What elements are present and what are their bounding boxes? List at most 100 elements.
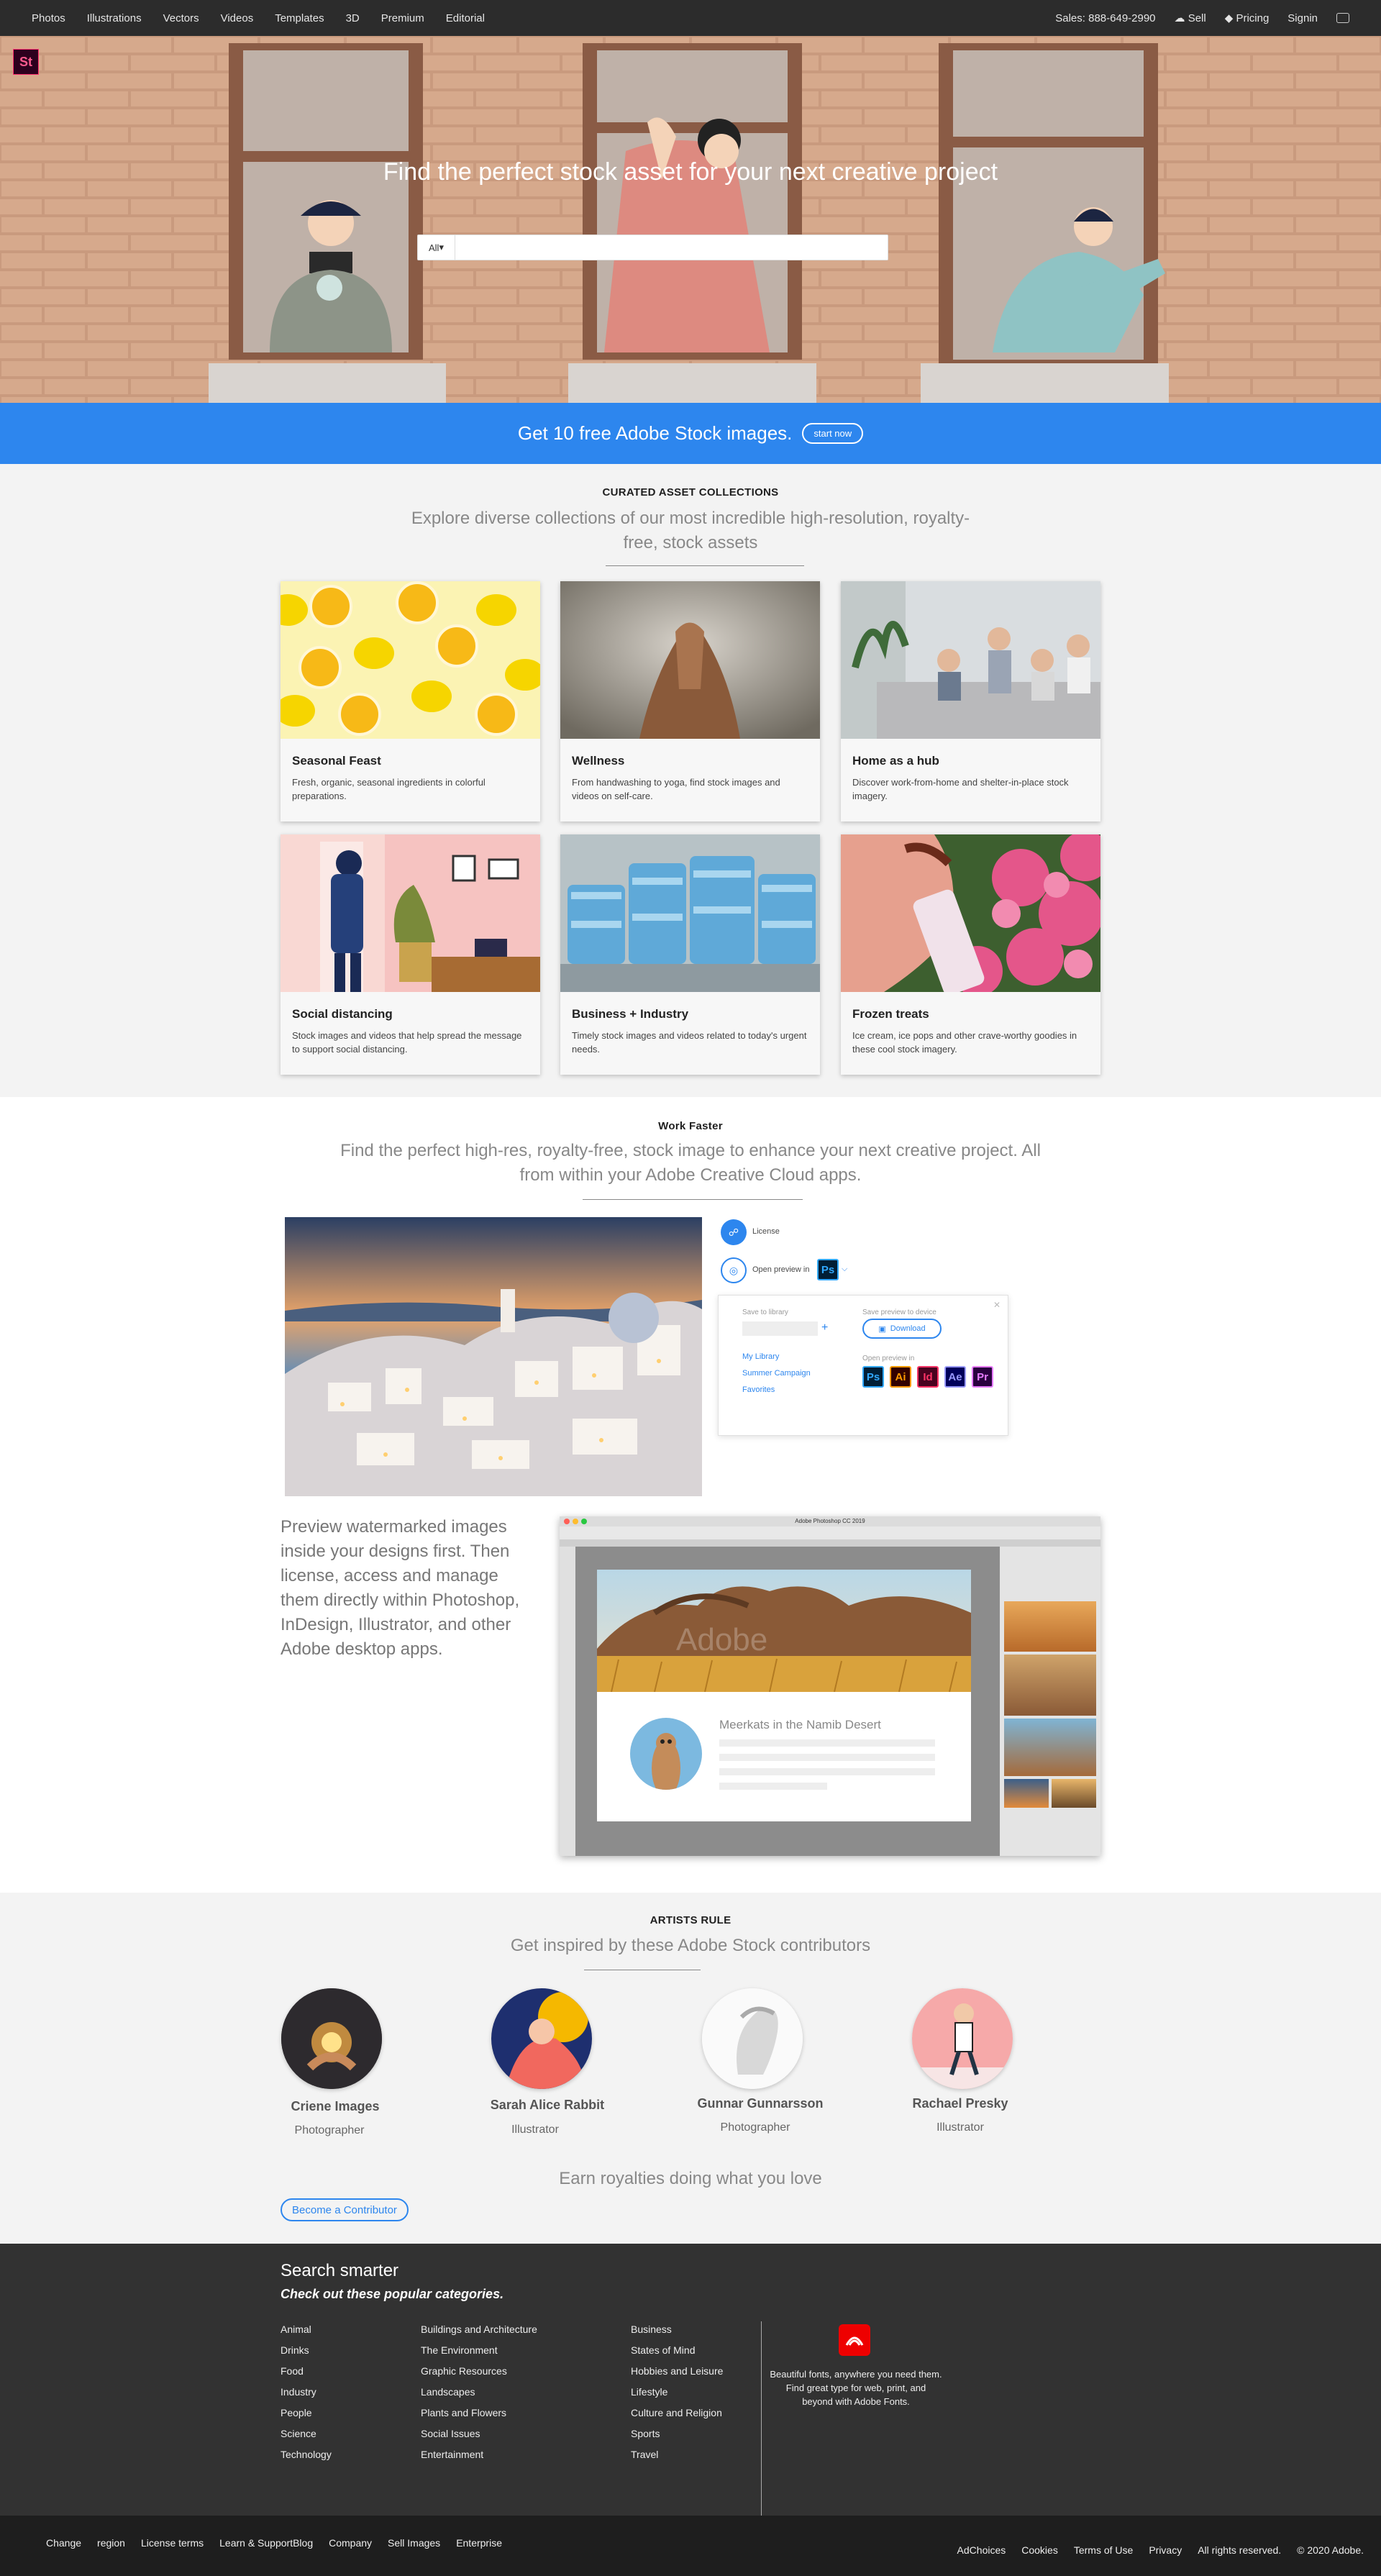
category-link[interactable]: Industry <box>281 2386 332 2398</box>
category-link[interactable]: Social Issues <box>421 2428 537 2439</box>
collection-card-social-distancing[interactable]: Social distancing Stock images and video… <box>281 834 540 1075</box>
adobe-stock-logo[interactable]: St <box>13 49 39 75</box>
collection-card-frozen[interactable]: Frozen treats Ice cream, ice pops and ot… <box>841 834 1100 1075</box>
nav-editorial[interactable]: Editorial <box>446 12 485 24</box>
category-link[interactable]: Drinks <box>281 2344 332 2356</box>
ps-document: Adobe Meerkats in the Namib Desert <box>597 1570 971 1821</box>
collection-card-wellness[interactable]: Wellness From handwashing to yoga, find … <box>560 581 820 822</box>
close-icon[interactable]: ✕ <box>993 1300 1001 1310</box>
adobe-fonts-icon[interactable] <box>839 2324 870 2356</box>
illustrator-icon[interactable]: Ai <box>890 1366 911 1388</box>
category-link[interactable]: States of Mind <box>631 2344 723 2356</box>
legal-link[interactable]: Change <box>46 2537 81 2549</box>
legal-link[interactable]: Enterprise <box>456 2537 502 2549</box>
add-library-icon[interactable]: + <box>821 1321 828 1334</box>
library-thumbnail[interactable] <box>1004 1719 1096 1776</box>
nav-premium[interactable]: Premium <box>381 12 424 24</box>
library-item[interactable]: Favorites <box>742 1382 811 1398</box>
category-link[interactable]: Entertainment <box>421 2449 537 2460</box>
chevron-down-icon[interactable]: ⌵ <box>842 1265 847 1274</box>
start-now-button[interactable]: start now <box>802 423 864 444</box>
library-thumbnail[interactable] <box>1052 1779 1096 1808</box>
nav-illustrations[interactable]: Illustrations <box>87 12 142 24</box>
legal-link[interactable]: Privacy <box>1149 2544 1182 2556</box>
signin-link[interactable]: Signin <box>1287 12 1318 24</box>
legal-link[interactable]: AdChoices <box>957 2544 1006 2556</box>
category-link[interactable]: Food <box>281 2365 332 2377</box>
category-link[interactable]: Technology <box>281 2449 332 2460</box>
photoshop-app-icon[interactable]: Ps <box>817 1259 839 1280</box>
nav-3d[interactable]: 3D <box>346 12 360 24</box>
legal-link[interactable]: Learn & SupportBlog <box>219 2537 313 2549</box>
artist-name[interactable]: Sarah Alice Rabbit <box>439 2098 655 2113</box>
library-thumbnail[interactable] <box>1004 1779 1049 1808</box>
category-link[interactable]: Hobbies and Leisure <box>631 2365 723 2377</box>
close-window-icon[interactable] <box>564 1519 570 1524</box>
category-link[interactable]: Animal <box>281 2324 332 2335</box>
sell-link[interactable]: ☁ Sell <box>1175 12 1206 24</box>
library-select[interactable] <box>742 1321 818 1336</box>
card-title: Home as a hub <box>852 754 939 768</box>
card-image-hands <box>560 581 820 739</box>
category-link[interactable]: Culture and Religion <box>631 2407 723 2418</box>
become-contributor-button[interactable]: Become a Contributor <box>281 2198 409 2221</box>
legal-link[interactable]: Sell Images <box>388 2537 440 2549</box>
collection-card-seasonal[interactable]: Seasonal Feast Fresh, organic, seasonal … <box>281 581 540 822</box>
collection-card-business[interactable]: Business + Industry Timely stock images … <box>560 834 820 1075</box>
photoshop-icon[interactable]: Ps <box>862 1366 884 1388</box>
curated-lead: Explore diverse collections of our most … <box>411 509 970 552</box>
after-effects-icon[interactable]: Ae <box>944 1366 966 1388</box>
nav-vectors[interactable]: Vectors <box>163 12 199 24</box>
library-thumbnail[interactable] <box>1004 1655 1096 1716</box>
artist-name[interactable]: Gunnar Gunnarsson <box>652 2096 868 2111</box>
legal-link[interactable]: Company <box>329 2537 372 2549</box>
cart-icon[interactable]: ☍ <box>721 1219 747 1245</box>
search-filter-label: All <box>429 242 439 253</box>
minimize-window-icon[interactable] <box>573 1519 578 1524</box>
premiere-icon[interactable]: Pr <box>972 1366 993 1388</box>
category-link[interactable]: Science <box>281 2428 332 2439</box>
legal-link[interactable]: Terms of Use <box>1074 2544 1133 2556</box>
region-flag-icon[interactable] <box>1336 13 1349 23</box>
nav-templates[interactable]: Templates <box>275 12 324 24</box>
category-link[interactable]: People <box>281 2407 332 2418</box>
pricing-link[interactable]: ◆ Pricing <box>1225 12 1270 24</box>
artist-role: Illustrator <box>936 2121 984 2134</box>
category-link[interactable]: Lifestyle <box>631 2386 723 2398</box>
category-link[interactable]: Travel <box>631 2449 723 2460</box>
library-list: My Library Summer Campaign Favorites <box>742 1349 811 1398</box>
card-title: Wellness <box>572 754 625 768</box>
category-link[interactable]: Graphic Resources <box>421 2365 537 2377</box>
search-input[interactable] <box>455 235 888 260</box>
library-item[interactable]: Summer Campaign <box>742 1365 811 1382</box>
category-link[interactable]: Sports <box>631 2428 723 2439</box>
category-link[interactable]: Landscapes <box>421 2386 537 2398</box>
artist-avatar-sarah[interactable] <box>491 1988 592 2089</box>
open-preview-label[interactable]: Open preview in <box>752 1265 810 1274</box>
library-item[interactable]: My Library <box>742 1349 811 1365</box>
license-label[interactable]: License <box>752 1227 780 1236</box>
artist-avatar-gunnar[interactable] <box>702 1988 803 2089</box>
artist-name[interactable]: Criene Images <box>227 2099 443 2114</box>
legal-link[interactable]: Cookies <box>1021 2544 1058 2556</box>
maximize-window-icon[interactable] <box>581 1519 587 1524</box>
preview-icon[interactable]: ◎ <box>721 1257 747 1283</box>
preview-popover: ✕ Save to library + My Library Summer Ca… <box>718 1295 1008 1436</box>
category-link[interactable]: Buildings and Architecture <box>421 2324 537 2335</box>
collection-card-home[interactable]: Home as a hub Discover work-from-home an… <box>841 581 1100 822</box>
download-button[interactable]: ▣ Download <box>862 1319 942 1339</box>
artist-avatar-criene[interactable] <box>281 1988 382 2089</box>
artist-avatar-rachael[interactable] <box>912 1988 1013 2089</box>
legal-link[interactable]: region <box>97 2537 125 2549</box>
indesign-icon[interactable]: Id <box>917 1366 939 1388</box>
category-link[interactable]: The Environment <box>421 2344 537 2356</box>
category-link[interactable]: Business <box>631 2324 723 2335</box>
legal-link[interactable]: License terms <box>141 2537 204 2549</box>
work-lead: Find the perfect high-res, royalty-free,… <box>340 1141 1041 1185</box>
nav-videos[interactable]: Videos <box>221 12 254 24</box>
artist-name[interactable]: Rachael Presky <box>852 2096 1068 2111</box>
search-filter-dropdown[interactable]: All ▾ <box>418 235 455 260</box>
library-thumbnail[interactable] <box>1004 1601 1096 1652</box>
nav-photos[interactable]: Photos <box>32 12 65 24</box>
category-link[interactable]: Plants and Flowers <box>421 2407 537 2418</box>
